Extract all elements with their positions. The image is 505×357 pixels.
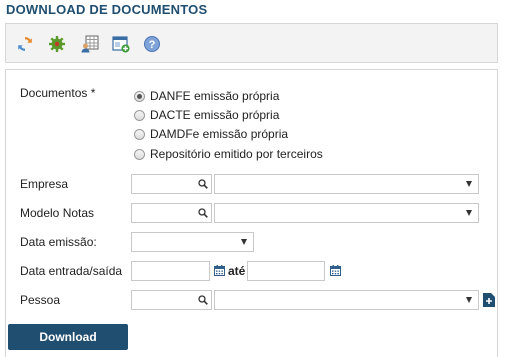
data-entrada-saida-label: Data entrada/saída <box>20 264 123 278</box>
modelo-notas-select[interactable] <box>214 203 479 223</box>
radio-repositorio[interactable]: Repositório emitido por terceiros <box>134 146 323 162</box>
calendar-icon[interactable] <box>214 265 225 276</box>
help-icon[interactable]: ? <box>143 35 161 53</box>
calendar-icon[interactable] <box>330 265 341 276</box>
empresa-label: Empresa <box>20 177 69 191</box>
radio-dacte[interactable]: DACTE emissão própria <box>134 107 279 123</box>
modelo-notas-code-input[interactable] <box>131 203 212 223</box>
window-add-icon[interactable] <box>112 35 130 53</box>
radio-damdfe[interactable]: DAMDFe emissão própria <box>134 126 288 142</box>
radio-danfe[interactable]: DANFE emissão própria <box>134 88 279 104</box>
pessoa-label: Pessoa <box>20 293 61 307</box>
radio-button[interactable] <box>134 148 145 160</box>
chevron-down-icon <box>241 239 247 245</box>
settings-icon[interactable] <box>48 35 66 53</box>
date-from-input[interactable] <box>131 261 210 281</box>
date-range-separator: até <box>228 264 246 278</box>
page-title: DOWNLOAD DE DOCUMENTOS <box>6 2 208 17</box>
chevron-down-icon <box>466 210 472 216</box>
radio-button[interactable] <box>134 90 145 102</box>
svg-text:?: ? <box>149 39 156 51</box>
empresa-code-input[interactable] <box>131 174 212 194</box>
radio-button[interactable] <box>134 128 145 140</box>
download-button[interactable]: Download <box>8 324 128 350</box>
refresh-icon[interactable] <box>16 35 34 53</box>
documentos-label: Documentos * <box>20 86 96 100</box>
pessoa-select[interactable] <box>214 290 479 310</box>
data-emissao-select[interactable] <box>131 232 254 252</box>
empresa-select[interactable] <box>214 174 479 194</box>
chevron-down-icon <box>466 181 472 187</box>
modelo-notas-label: Modelo Notas <box>20 206 95 220</box>
radio-label: Repositório emitido por terceiros <box>150 147 323 161</box>
radio-button[interactable] <box>134 109 145 121</box>
add-document-icon[interactable] <box>483 293 495 307</box>
chevron-down-icon <box>466 297 472 303</box>
search-icon[interactable] <box>198 208 208 218</box>
pessoa-code-input[interactable] <box>131 290 212 310</box>
radio-label: DAMDFe emissão própria <box>150 127 289 141</box>
grid-user-icon[interactable] <box>81 35 99 53</box>
radio-label: DACTE emissão própria <box>150 108 280 122</box>
toolbar: ? <box>5 23 498 63</box>
search-icon[interactable] <box>198 295 208 305</box>
search-icon[interactable] <box>198 179 208 189</box>
data-emissao-label: Data emissão: <box>20 235 97 249</box>
radio-label: DANFE emissão própria <box>150 89 280 103</box>
date-to-input[interactable] <box>247 261 325 281</box>
